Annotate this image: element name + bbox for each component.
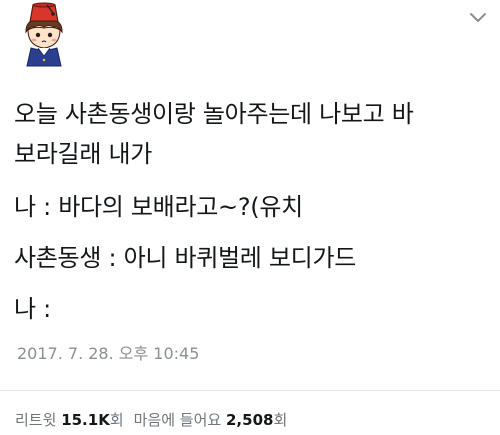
tweet-text-line: 사촌동생 : 아니 바퀴벌레 보디가드 <box>14 244 357 272</box>
retweet-stat[interactable]: 리트윗 15.1K회 <box>15 411 124 429</box>
like-label: 마음에 들어요 <box>133 411 222 429</box>
tweet-text-line: 오늘 사촌동생이랑 놀아주는데 나보고 바 <box>14 100 414 128</box>
tweet-text-line: 나 : 바다의 보배라고~?(유치 <box>14 193 303 221</box>
retweet-label: 리트윗 <box>15 411 57 429</box>
like-count: 2,508 <box>226 411 274 429</box>
retweet-count: 15.1K <box>61 411 110 429</box>
retweet-unit: 회 <box>109 411 124 429</box>
like-stat[interactable]: 마음에 들어요 2,508회 <box>134 411 288 429</box>
tweet-timestamp[interactable]: 2017. 7. 28. 오후 10:45 <box>17 342 199 366</box>
tweet-text-line: 나 : <box>14 295 51 323</box>
divider <box>0 390 500 391</box>
like-unit: 회 <box>273 411 288 429</box>
tweet-text-line: 보라길래 내가 <box>14 140 153 168</box>
chevron-down-icon[interactable] <box>468 10 488 24</box>
user-avatar[interactable] <box>14 2 74 68</box>
tweet-header <box>0 0 500 80</box>
tweet-stats: 리트윗 15.1K회 마음에 들어요 2,508회 <box>15 409 287 431</box>
